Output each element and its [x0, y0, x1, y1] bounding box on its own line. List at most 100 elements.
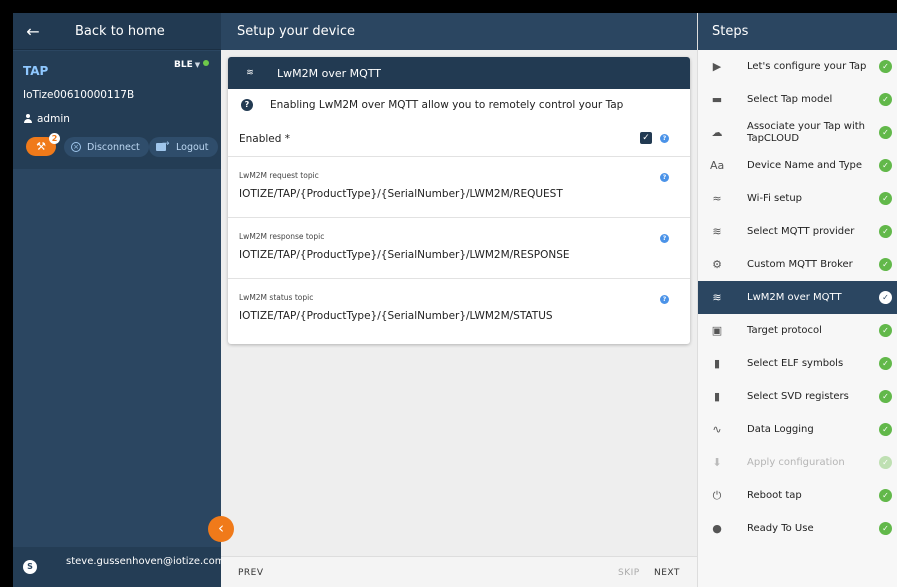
next-button[interactable]: NEXT	[654, 568, 680, 578]
user-icon	[23, 114, 33, 124]
response-topic-field[interactable]: LwM2M response topic IOTIZE/TAP/{Product…	[228, 218, 690, 279]
step-label: Associate your Tap with TapCLOUD	[747, 120, 866, 144]
status-topic-field[interactable]: LwM2M status topic IOTIZE/TAP/{ProductTy…	[228, 279, 690, 340]
user-row: admin	[23, 113, 70, 125]
tap-label: TAP	[23, 64, 49, 78]
info-row: ? Enabling LwM2M over MQTT allow you to …	[228, 89, 690, 121]
enabled-label: Enabled *	[239, 132, 291, 145]
step-label: Select MQTT provider	[747, 225, 855, 237]
step-item[interactable]: ≋ Select MQTT provider ✓	[698, 215, 897, 248]
mqtt-icon: ≋	[246, 68, 254, 78]
mqtt-icon: ≋	[712, 291, 722, 304]
step-label: Apply configuration	[747, 456, 845, 468]
card-header: ≋ LwM2M over MQTT	[228, 57, 690, 89]
connection-type: BLE	[174, 60, 193, 70]
request-topic-field[interactable]: LwM2M request topic IOTIZE/TAP/{ProductT…	[228, 157, 690, 218]
step-item[interactable]: ≋ LwM2M over MQTT ✓	[698, 281, 897, 314]
check-circle-icon: ●	[712, 522, 722, 535]
power-icon: ⏻	[712, 488, 722, 502]
step-item[interactable]: ☁ Associate your Tap with TapCLOUD ✓	[698, 116, 897, 149]
step-label: Reboot tap	[747, 489, 802, 501]
step-item[interactable]: ● Ready To Use ✓	[698, 512, 897, 545]
logout-icon	[156, 139, 170, 151]
connection-selector[interactable]: BLE ▼	[174, 60, 210, 70]
step-item[interactable]: ▮ Select ELF symbols ✓	[698, 347, 897, 380]
card-title: LwM2M over MQTT	[277, 66, 382, 80]
step-status-check-icon: ✓	[879, 357, 892, 370]
step-item[interactable]: ▣ Target protocol ✓	[698, 314, 897, 347]
account-row[interactable]: S steve.gussenhoven@iotize.com	[13, 547, 225, 587]
device-card: TAP BLE ▼ IoTize00610000117B admin ⚒ 2 × …	[13, 51, 221, 169]
step-label: Target protocol	[747, 324, 822, 336]
step-label: Let's configure your Tap	[747, 60, 867, 72]
status-topic-input[interactable]: IOTIZE/TAP/{ProductType}/{SerialNumber}/…	[239, 310, 553, 322]
response-topic-input[interactable]: IOTIZE/TAP/{ProductType}/{SerialNumber}/…	[239, 249, 570, 261]
step-item[interactable]: ⚙ Custom MQTT Broker ✓	[698, 248, 897, 281]
step-status-check-icon: ✓	[879, 489, 892, 502]
back-arrow-icon[interactable]: ←	[13, 22, 53, 41]
avatar: S	[23, 560, 37, 574]
info-text: Enabling LwM2M over MQTT allow you to re…	[270, 99, 624, 111]
step-status-check-icon: ✓	[879, 522, 892, 535]
file-icon: ▮	[713, 390, 721, 403]
step-item: ⬇ Apply configuration ✓	[698, 446, 897, 479]
device-icon: ▬	[711, 93, 723, 106]
step-status-check-icon: ✓	[879, 93, 892, 106]
response-topic-label: LwM2M response topic	[239, 232, 325, 241]
chart-icon: ∿	[712, 423, 722, 436]
user-name: admin	[37, 113, 70, 125]
request-topic-input[interactable]: IOTIZE/TAP/{ProductType}/{SerialNumber}/…	[239, 188, 563, 200]
back-to-home-bar[interactable]: ← Back to home	[13, 13, 221, 50]
step-item[interactable]: ≈ Wi-Fi setup ✓	[698, 182, 897, 215]
step-status-check-icon: ✓	[879, 225, 892, 238]
close-circle-icon: ×	[71, 142, 81, 152]
enabled-checkbox[interactable]: ✓	[640, 132, 652, 144]
step-label: Ready To Use	[747, 522, 814, 534]
wifi-icon: ≈	[712, 192, 722, 205]
prev-button[interactable]: PREV	[238, 568, 264, 578]
account-email: steve.gussenhoven@iotize.com	[66, 556, 225, 567]
info-icon[interactable]: ?	[660, 295, 669, 304]
step-label: Select Tap model	[747, 93, 833, 105]
disconnect-label: Disconnect	[87, 141, 140, 153]
app-frame: ← Back to home TAP BLE ▼ IoTize0061000011…	[13, 13, 897, 587]
step-status-check-icon: ✓	[879, 390, 892, 403]
text-icon: Aa	[710, 159, 725, 172]
help-icon: ?	[241, 99, 253, 111]
step-item[interactable]: ⏻ Reboot tap ✓	[698, 479, 897, 512]
step-status-check-icon: ✓	[879, 423, 892, 436]
wizard-footer: PREV SKIP NEXT	[221, 556, 697, 587]
step-status-check-icon: ✓	[879, 456, 892, 469]
step-item[interactable]: ▶ Let's configure your Tap ✓	[698, 50, 897, 83]
step-label: Select ELF symbols	[747, 357, 844, 369]
status-topic-label: LwM2M status topic	[239, 293, 314, 302]
step-status-check-icon: ✓	[879, 60, 892, 73]
left-sidebar: ← Back to home TAP BLE ▼ IoTize0061000011…	[13, 13, 225, 587]
step-status-check-icon: ✓	[879, 291, 892, 304]
step-label: Device Name and Type	[747, 159, 863, 171]
step-label: Wi-Fi setup	[747, 192, 803, 204]
step-item[interactable]: ▬ Select Tap model ✓	[698, 83, 897, 116]
steps-list: ▶ Let's configure your Tap ✓ ▬ Select Tap mo…	[698, 50, 897, 545]
request-topic-label: LwM2M request topic	[239, 171, 319, 180]
play-icon: ▶	[712, 60, 722, 73]
mqtt-icon: ≋	[712, 225, 722, 238]
back-to-home-label[interactable]: Back to home	[75, 24, 165, 39]
step-item[interactable]: ∿ Data Logging ✓	[698, 413, 897, 446]
step-status-check-icon: ✓	[879, 324, 892, 337]
download-icon: ⬇	[712, 456, 722, 469]
skip-button[interactable]: SKIP	[618, 568, 640, 578]
logout-button[interactable]: Logout	[149, 137, 218, 157]
disconnect-button[interactable]: × Disconnect	[64, 137, 149, 157]
step-item[interactable]: Aa Device Name and Type ✓	[698, 149, 897, 182]
tools-icon: ⚒	[36, 140, 46, 153]
chevron-down-icon: ▼	[194, 61, 201, 69]
step-item[interactable]: ▮ Select SVD registers ✓	[698, 380, 897, 413]
collapse-sidebar-button[interactable]: ‹	[208, 516, 234, 542]
step-label: Data Logging	[747, 423, 814, 435]
info-icon[interactable]: ?	[660, 134, 669, 143]
info-icon[interactable]: ?	[660, 234, 669, 243]
main-panel: Setup your device ≋ LwM2M over MQTT ? En…	[221, 13, 697, 587]
info-icon[interactable]: ?	[660, 173, 669, 182]
connected-status-icon	[203, 60, 210, 66]
